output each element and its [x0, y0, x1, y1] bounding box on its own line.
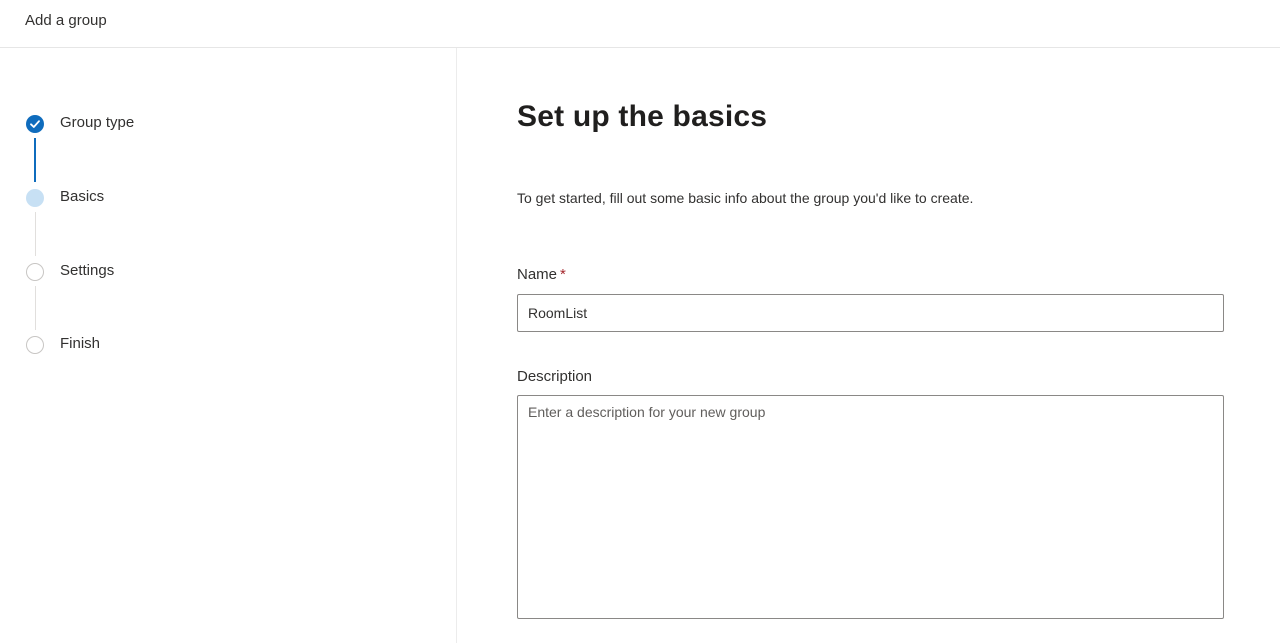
name-label-text: Name: [517, 266, 558, 283]
required-marker: *: [560, 266, 566, 283]
step-connector-completed: [34, 138, 36, 182]
wizard-step-label: Finish: [60, 335, 101, 352]
name-field-label: Name *: [517, 266, 566, 283]
checkmark-icon: [30, 120, 40, 128]
panel-title: Add a group: [25, 12, 107, 29]
wizard-step-label: Basics: [60, 188, 105, 205]
wizard-step-basics[interactable]: Basics: [0, 187, 450, 211]
description-input[interactable]: [517, 395, 1224, 619]
wizard-step-settings[interactable]: Settings: [0, 261, 450, 285]
wizard-step-group-type[interactable]: Group type: [0, 113, 450, 137]
wizard-step-finish[interactable]: Finish: [0, 334, 450, 358]
step-pending-indicator: [26, 336, 44, 354]
intro-text: To get started, fill out some basic info…: [517, 190, 974, 206]
page-title: Set up the basics: [517, 100, 768, 133]
main-content: Set up the basics To get started, fill o…: [458, 48, 1280, 643]
panel-header: Add a group: [0, 0, 1280, 48]
step-connector: [35, 286, 36, 330]
step-completed-indicator: [26, 115, 44, 133]
step-connector: [35, 212, 36, 256]
wizard-step-label: Group type: [60, 114, 135, 131]
step-current-indicator: [26, 189, 44, 207]
step-pending-indicator: [26, 263, 44, 281]
description-field-label: Description: [517, 368, 593, 385]
wizard-steps-pane: Group type Basics Settings Finish: [0, 48, 457, 643]
name-input[interactable]: [517, 294, 1224, 332]
wizard-step-label: Settings: [60, 262, 115, 279]
